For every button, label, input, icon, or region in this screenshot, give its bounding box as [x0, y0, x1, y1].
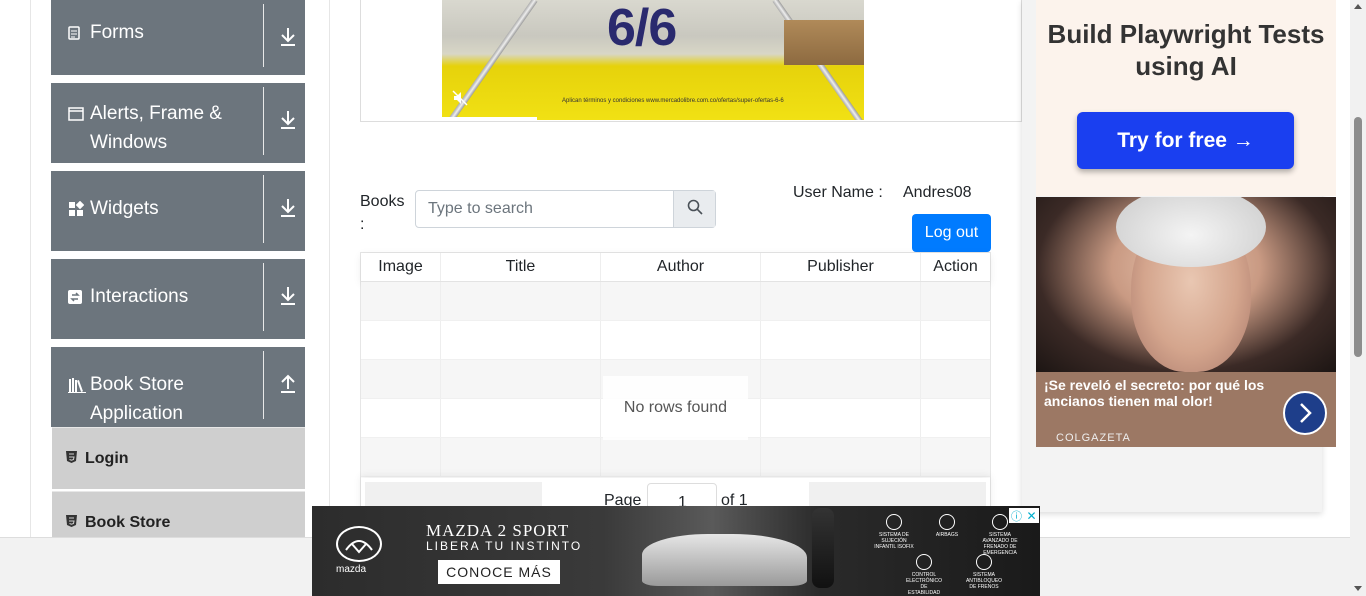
menu-item-login[interactable]: Login: [52, 427, 305, 489]
html5-icon: [66, 515, 85, 530]
video-ad[interactable]: 6/6 Aplican términos y condiciones www.m…: [442, 0, 864, 120]
sidebar-group-label: Alerts, Frame & Windows: [90, 103, 222, 153]
sidebar-group-alerts[interactable]: Alerts, Frame & Windows: [51, 83, 305, 163]
sidebar-group-label: Interactions: [90, 286, 189, 307]
widgets-icon: [68, 194, 90, 223]
scroll-up-icon[interactable]: [1354, 4, 1362, 9]
search-icon: [687, 199, 703, 220]
mazda-wordmark: mazda: [336, 564, 367, 575]
boxes-image: [784, 20, 864, 65]
video-headline: 6/6: [607, 0, 677, 57]
video-progress-bar: [442, 117, 537, 120]
mute-icon[interactable]: [452, 90, 470, 108]
page-scrollbar[interactable]: [1350, 0, 1366, 596]
sidebar-group-widgets[interactable]: Widgets: [51, 171, 305, 251]
colgazeta-ad[interactable]: ¡Se reveló el secreto: por qué los ancia…: [1036, 197, 1336, 447]
books-icon: [68, 370, 90, 399]
sidebar-group-interactions[interactable]: Interactions: [51, 259, 305, 339]
divider: [263, 175, 264, 243]
download-arrow-icon[interactable]: [279, 283, 297, 307]
ad-close-icon[interactable]: ✕: [1024, 508, 1039, 523]
column-header-image[interactable]: Image: [361, 253, 441, 281]
car-image: [642, 534, 807, 586]
table-row: [361, 321, 990, 360]
child-seat-icon: [886, 514, 902, 530]
divider: [263, 87, 264, 155]
user-name-label: User Name :: [793, 184, 883, 201]
feature-isofix: SISTEMA DE SUJECIÓN INFANTIL ISOFIX: [874, 514, 914, 550]
mazda-logo: [336, 526, 382, 562]
upload-arrow-icon[interactable]: [279, 371, 297, 395]
download-arrow-icon[interactable]: [279, 107, 297, 131]
feature-airbags: AIRBAGS: [927, 514, 967, 538]
divider: [263, 4, 264, 67]
try-for-free-button[interactable]: Try for free →: [1077, 112, 1294, 169]
search-input[interactable]: [416, 191, 673, 227]
scrollbar-thumb[interactable]: [1354, 117, 1362, 357]
column-header-author[interactable]: Author: [601, 253, 761, 281]
divider: [263, 351, 264, 419]
no-rows-message: No rows found: [603, 376, 748, 440]
search-box: [415, 190, 716, 228]
html5-icon: [66, 451, 85, 466]
menu-item-label: Book Store: [85, 513, 171, 531]
column-header-title[interactable]: Title: [441, 253, 601, 281]
column-header-action[interactable]: Action: [921, 253, 990, 281]
search-button[interactable]: [673, 191, 715, 227]
ad-subline: LIBERA TU INSTINTO: [426, 539, 583, 553]
ad-info-icon[interactable]: ⓘ: [1009, 508, 1024, 523]
stability-icon: [916, 554, 932, 570]
feature-abs: SISTEMA ANTIBLOQUEO DE FRENOS: [964, 554, 1004, 590]
column-header-publisher[interactable]: Publisher: [761, 253, 921, 281]
sidebar-group-label: Widgets: [90, 198, 159, 219]
download-arrow-icon[interactable]: [279, 195, 297, 219]
scroll-down-icon[interactable]: [1354, 586, 1362, 591]
car-brake-icon: [992, 514, 1008, 530]
abs-icon: [976, 554, 992, 570]
ad-source: COLGAZETA: [1056, 432, 1131, 444]
mazda-ad[interactable]: mazda MAZDA 2 SPORT LIBERA TU INSTINTO C…: [312, 506, 1040, 596]
playwright-ad[interactable]: Build Playwright Tests using AI Try for …: [1036, 0, 1336, 196]
divider: [263, 263, 264, 331]
person-image: [812, 508, 834, 588]
ad-headline: Build Playwright Tests using AI: [1047, 19, 1325, 81]
page: Forms Alerts, Frame & Windows Widgets In…: [0, 0, 1366, 596]
feature-stability: CONTROL ELECTRÓNICO DE ESTABILIDAD: [904, 554, 944, 596]
sidebar-group-forms[interactable]: Forms: [51, 0, 305, 75]
user-name-value: Andres08: [903, 184, 972, 201]
video-fine-print: Aplican términos y condiciones www.merca…: [562, 98, 784, 104]
sidebar-group-label: Forms: [90, 22, 144, 43]
airbag-icon: [939, 514, 955, 530]
sidebar-group-label: Book Store Application: [90, 374, 184, 424]
chevron-right-icon[interactable]: [1283, 391, 1327, 435]
ad-caption: ¡Se reveló el secreto: por qué los ancia…: [1044, 377, 1265, 409]
left-sidebar: Forms Alerts, Frame & Windows Widgets In…: [30, 0, 330, 553]
ad-headline: MAZDA 2 SPORT: [426, 521, 570, 540]
logout-button[interactable]: Log out: [912, 214, 991, 252]
books-label: Books :: [360, 193, 405, 233]
conoce-mas-button[interactable]: CONOCE MÁS: [438, 560, 560, 584]
table-header: Image Title Author Publisher Action: [361, 253, 990, 282]
window-icon: [68, 99, 90, 128]
download-arrow-icon[interactable]: [279, 24, 297, 48]
sidebar-group-book-store[interactable]: Book Store Application: [51, 347, 305, 427]
file-icon: [68, 18, 90, 47]
interactions-icon: [68, 282, 90, 311]
menu-item-label: Login: [85, 449, 129, 467]
table-row: [361, 282, 990, 321]
table-row: [361, 438, 990, 477]
